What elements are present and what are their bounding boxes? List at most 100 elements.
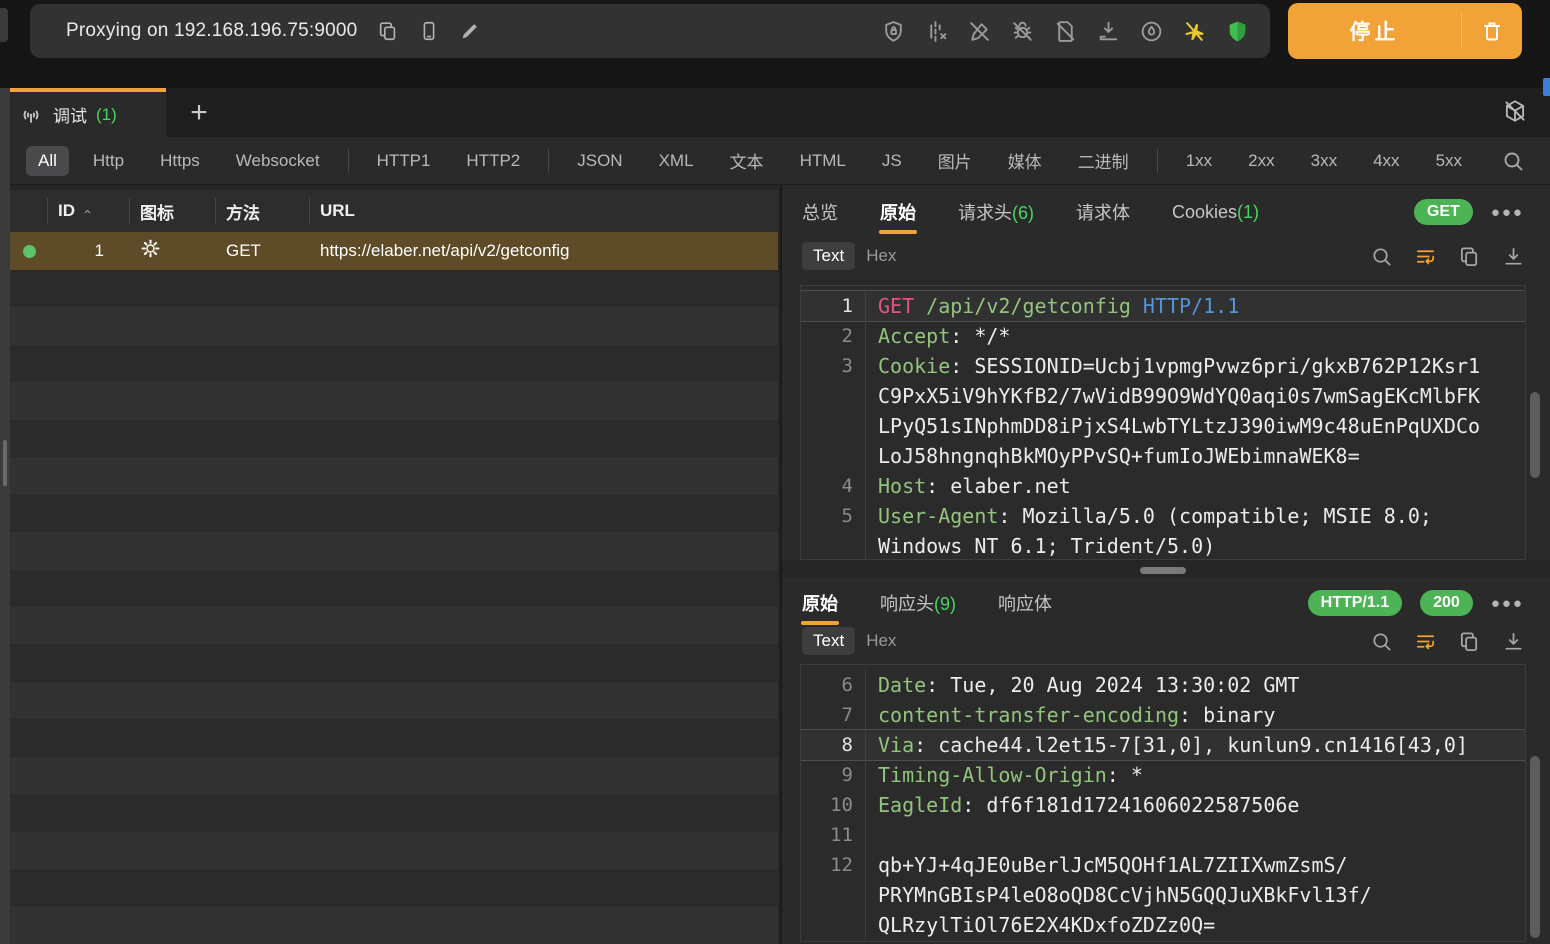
request-copy-icon[interactable]	[1456, 243, 1482, 269]
filter-https[interactable]: Https	[148, 146, 212, 176]
sidebar-drag-handle[interactable]	[3, 440, 7, 486]
disconnect-breakpoint-icon[interactable]	[923, 18, 949, 44]
header-id-label: ID	[58, 201, 75, 221]
filter-http[interactable]: Http	[81, 146, 136, 176]
no-compose-icon[interactable]	[966, 18, 992, 44]
filter-二进制[interactable]: 二进制	[1066, 143, 1141, 178]
header-id[interactable]: ID	[48, 198, 130, 224]
new-tab-button[interactable]: +	[178, 93, 220, 133]
clear-trash-icon[interactable]	[1462, 19, 1522, 43]
response-text-view-tab[interactable]: Text	[802, 627, 855, 655]
no-script-icon[interactable]	[1052, 18, 1078, 44]
request-list-header: ID 图标 方法 URL	[10, 190, 778, 232]
header-method[interactable]: 方法	[216, 198, 310, 224]
filter-http2[interactable]: HTTP2	[454, 146, 532, 176]
table-row[interactable]: 1 GET https://elaber.net/api/v2/getconfi…	[10, 232, 778, 270]
response-more-menu-icon[interactable]: ●●●	[1491, 595, 1524, 612]
header-url[interactable]: URL	[310, 198, 778, 224]
response-copy-icon[interactable]	[1456, 628, 1482, 654]
copy-icon[interactable]	[375, 18, 401, 44]
request-more-menu-icon[interactable]: ●●●	[1491, 204, 1524, 221]
request-search-icon[interactable]	[1368, 243, 1394, 269]
code-line: 10EagleId: df6f181d17241606022587506e	[801, 790, 1525, 820]
table-row-empty	[10, 682, 778, 719]
response-hex-view-tab[interactable]: Hex	[855, 627, 907, 655]
filter-3xx[interactable]: 3xx	[1299, 146, 1349, 176]
tab-response-headers[interactable]: 响应头(9)	[880, 590, 956, 616]
filter-1xx[interactable]: 1xx	[1174, 146, 1224, 176]
filter-2xx[interactable]: 2xx	[1236, 146, 1286, 176]
broadcast-icon	[18, 102, 44, 128]
filter-图片[interactable]: 图片	[926, 143, 984, 178]
request-hex-view-tab[interactable]: Hex	[855, 242, 907, 270]
table-row-empty	[10, 906, 778, 943]
filter-websocket[interactable]: Websocket	[224, 146, 332, 176]
search-icon[interactable]	[1500, 148, 1526, 174]
tab-response-raw[interactable]: 原始	[802, 590, 838, 616]
request-view-toolbar: Text Hex	[782, 238, 1550, 274]
filter-json[interactable]: JSON	[565, 146, 634, 176]
ssl-shield-lock-icon[interactable]	[880, 18, 906, 44]
table-row-empty	[10, 570, 778, 607]
tab-overview[interactable]: 总览	[802, 199, 838, 225]
filter-html[interactable]: HTML	[788, 146, 858, 176]
capture-disabled-icon[interactable]	[1502, 98, 1528, 124]
header-status-column	[10, 198, 48, 224]
gear-icon	[140, 238, 161, 259]
table-row-empty	[10, 345, 778, 382]
stop-button-label: 停止	[1288, 16, 1461, 46]
tab-cookies[interactable]: Cookies(1)	[1172, 202, 1259, 223]
code-line: 9Timing-Allow-Origin: *	[801, 760, 1525, 790]
filter-媒体[interactable]: 媒体	[996, 143, 1054, 178]
tab-debug-label: 调试	[53, 102, 87, 127]
response-search-icon[interactable]	[1368, 628, 1394, 654]
code-line: 4Host: elaber.net	[801, 471, 1525, 501]
filter-all[interactable]: All	[26, 146, 69, 176]
request-raw-view: 1GET /api/v2/getconfig HTTP/1.12Accept: …	[800, 285, 1526, 560]
request-word-wrap-icon[interactable]	[1412, 243, 1438, 269]
request-tab-bar: 总览 原始 请求头(6) 请求体 Cookies(1) GET ●●●	[782, 190, 1550, 234]
filter-5xx[interactable]: 5xx	[1424, 146, 1474, 176]
row-status-cell	[10, 245, 48, 258]
request-download-icon[interactable]	[1500, 243, 1526, 269]
response-download-icon[interactable]	[1500, 628, 1526, 654]
download-capture-icon[interactable]	[1095, 18, 1121, 44]
drip-mode-icon[interactable]	[1138, 18, 1164, 44]
edit-icon[interactable]	[457, 18, 483, 44]
tab-debug-session[interactable]: 调试 (1)	[0, 88, 166, 137]
table-row-empty	[10, 607, 778, 644]
stop-button[interactable]: 停止	[1288, 3, 1522, 59]
filter-http1[interactable]: HTTP1	[365, 146, 443, 176]
filter-文本[interactable]: 文本	[718, 143, 776, 178]
code-line: PRYMnGBIsP4leO8oQD8CcVjhN5GQQJuXBkFvl13f…	[801, 880, 1525, 910]
table-row-empty	[10, 794, 778, 831]
response-tab-bar: 原始 响应头(9) 响应体 HTTP/1.1 200 ●●●	[782, 581, 1550, 625]
airplane-mode-off-icon[interactable]	[1181, 18, 1207, 44]
code-line: 3Cookie: SESSIONID=Ucbj1vpmgPvwz6pri/gkx…	[801, 351, 1525, 381]
filter-bar: All Http Https Websocket HTTP1 HTTP2 JSON XML 文本…	[0, 137, 1550, 185]
filter-separator	[348, 149, 349, 173]
code-line: Windows NT 6.1; Trident/5.0)	[801, 531, 1525, 560]
filter-4xx[interactable]: 4xx	[1361, 146, 1411, 176]
table-row-empty	[10, 420, 778, 457]
no-bug-icon[interactable]	[1009, 18, 1035, 44]
security-shield-icon[interactable]	[1224, 18, 1250, 44]
tab-request-headers[interactable]: 请求头(6)	[958, 199, 1034, 225]
header-icon[interactable]: 图标	[130, 198, 216, 224]
response-word-wrap-icon[interactable]	[1412, 628, 1438, 654]
response-scrollbar-thumb[interactable]	[1530, 756, 1540, 938]
tab-response-body[interactable]: 响应体	[998, 590, 1052, 616]
code-line: 5User-Agent: Mozilla/5.0 (compatible; MS…	[801, 501, 1525, 531]
code-line: C9PxX5iV9hYKfB2/7wVidB99O9WdYQ0aqi0s7wmS…	[801, 381, 1525, 411]
tab-request-body[interactable]: 请求体	[1076, 199, 1130, 225]
filter-js[interactable]: JS	[870, 146, 914, 176]
request-text-view-tab[interactable]: Text	[802, 242, 855, 270]
request-scrollbar-thumb[interactable]	[1530, 392, 1540, 478]
splitter-drag-handle[interactable]	[1140, 567, 1186, 574]
filter-xml[interactable]: XML	[647, 146, 706, 176]
code-line: 12qb+YJ+4qJE0uBerlJcM5QOHf1AL7ZIIXwmZsmS…	[801, 850, 1525, 880]
table-row-empty	[10, 832, 778, 869]
phone-icon[interactable]	[416, 18, 442, 44]
code-line: 8Via: cache44.l2et15-7[31,0], kunlun9.cn…	[801, 730, 1525, 760]
tab-request-raw[interactable]: 原始	[880, 199, 916, 225]
